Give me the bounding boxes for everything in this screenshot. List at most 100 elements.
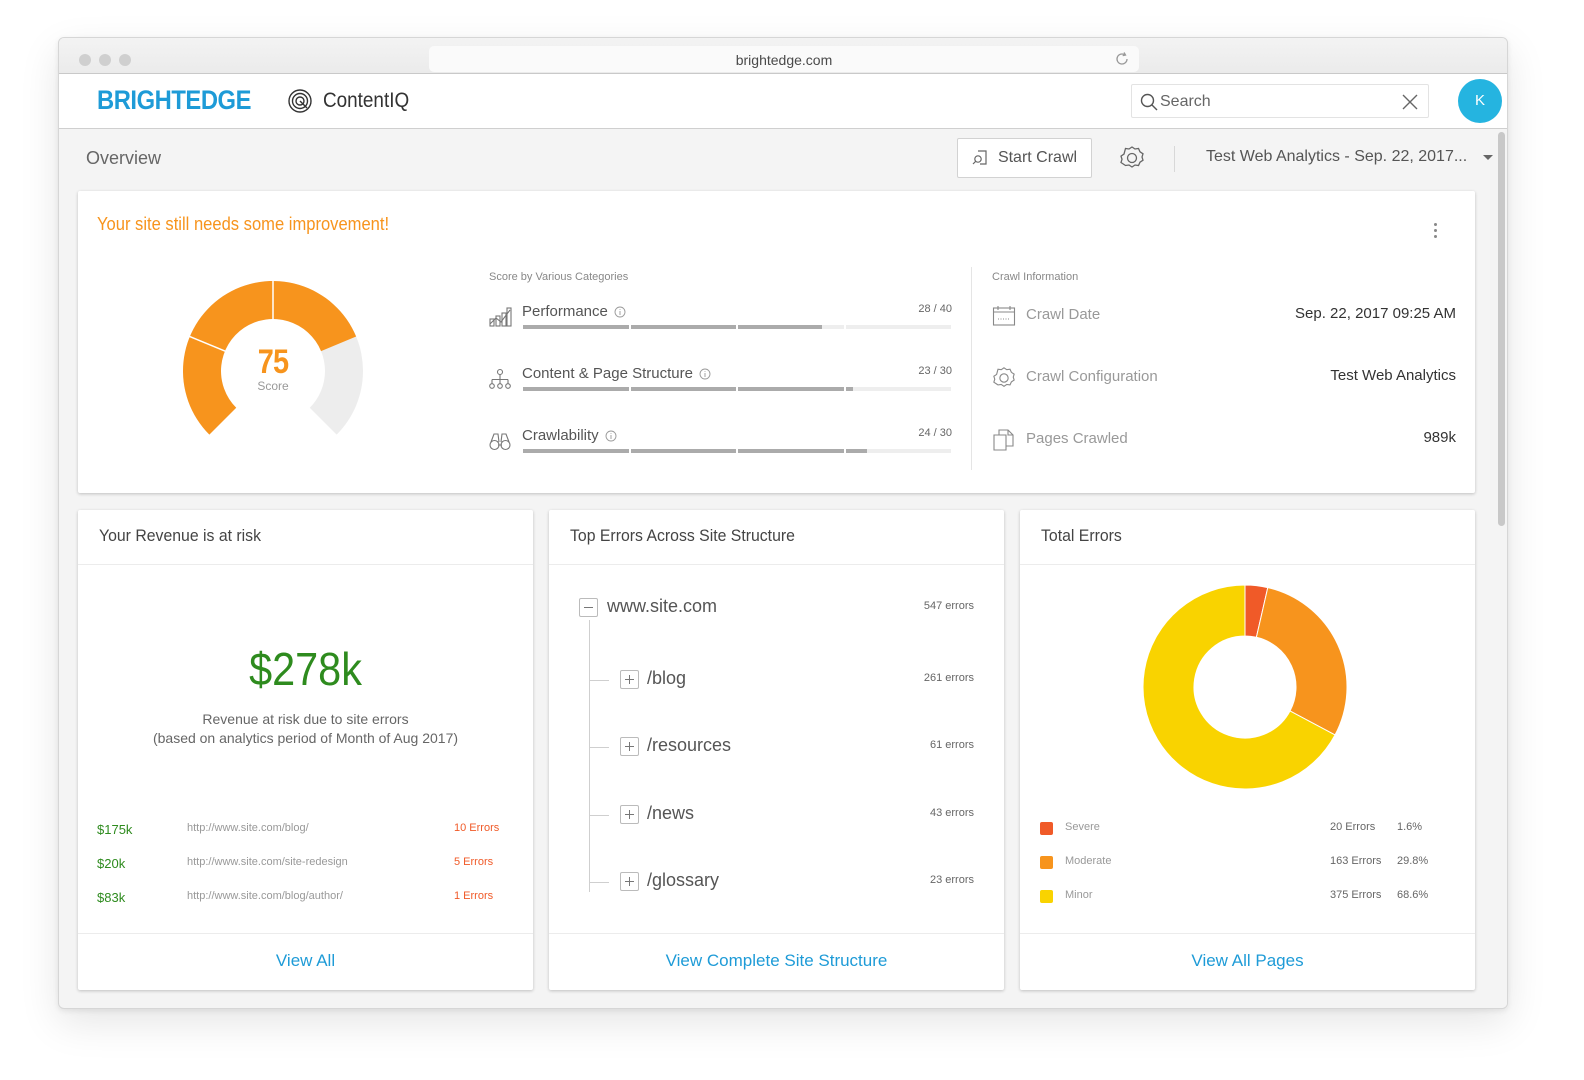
revenue-description-line2: (based on analytics period of Month of A… <box>152 730 459 746</box>
legend-count: 375 Errors <box>1330 889 1382 901</box>
address-bar-url: brightedge.com <box>735 52 833 68</box>
tree-node-label[interactable]: /resources <box>647 735 731 756</box>
category-score: 28 / 40 <box>918 303 952 315</box>
score-value: 75 <box>257 343 289 381</box>
progress-segment-fill <box>738 387 844 391</box>
tree-node-label[interactable]: /glossary <box>647 870 719 891</box>
tree-node-label[interactable]: /news <box>647 803 694 824</box>
tree-root-node: www.site.com 547 errors <box>549 596 1004 620</box>
categories-title: Score by Various Categories <box>489 271 629 283</box>
panel-title: Total Errors <box>1041 526 1122 545</box>
product-switcher[interactable]: ContentIQ <box>287 88 419 114</box>
info-icon[interactable] <box>614 306 626 318</box>
tree-node-count: 43 errors <box>929 807 974 819</box>
view-all-link[interactable]: View All <box>78 934 533 990</box>
pages-crawled-row: Pages Crawled 989k <box>992 425 1456 455</box>
expand-icon[interactable] <box>620 872 639 891</box>
view-complete-site-structure-link[interactable]: View Complete Site Structure <box>549 934 1004 990</box>
more-options-icon[interactable] <box>1429 223 1441 241</box>
page-toolbar: Overview Start Crawl Test Web Analytics … <box>59 130 1495 188</box>
legend-label: Minor <box>1065 889 1093 901</box>
tree-connector <box>589 747 609 748</box>
minimize-window-button[interactable] <box>99 54 111 66</box>
category-score: 24 / 30 <box>918 427 952 439</box>
analytics-selected-value: Test Web Analytics - Sep. 22, 2017... <box>1206 148 1468 165</box>
divider <box>78 564 533 565</box>
total-errors-panel: Total Errors Severe 20 Errors 1.6% Moder… <box>1020 510 1475 990</box>
address-bar[interactable]: brightedge.com <box>429 46 1139 72</box>
info-icon[interactable] <box>699 368 711 380</box>
performance-chart-icon <box>489 307 512 327</box>
revenue-row[interactable]: $175k http://www.site.com/blog/ 10 Error… <box>97 822 507 842</box>
donut-slice-moderate[interactable] <box>1255 586 1348 736</box>
start-crawl-button[interactable]: Start Crawl <box>957 138 1092 178</box>
category-progress-bar <box>523 387 951 391</box>
revenue-row[interactable]: $20k http://www.site.com/site-redesign 5… <box>97 856 507 876</box>
collapse-icon[interactable] <box>579 598 598 617</box>
legend-swatch <box>1040 856 1053 869</box>
category-performance: Performance 28 / 40 <box>488 299 952 339</box>
revenue-at-risk-amount: $278k <box>249 643 362 695</box>
info-icon[interactable] <box>605 430 617 442</box>
crawl-search-icon <box>972 150 987 165</box>
revenue-amount: $175k <box>97 822 133 837</box>
revenue-url[interactable]: http://www.site.com/blog/ <box>187 822 309 834</box>
settings-gear-icon[interactable] <box>1119 145 1145 171</box>
progress-segment-fill <box>630 449 736 453</box>
progress-segment <box>523 387 629 391</box>
crawl-info-label: Crawl Configuration <box>1026 368 1158 385</box>
revenue-row[interactable]: $83k http://www.site.com/blog/author/ 1 … <box>97 890 507 910</box>
progress-segment-fill <box>523 449 629 453</box>
revenue-amount: $20k <box>97 856 126 871</box>
category-label: Performance <box>522 303 608 320</box>
revenue-url[interactable]: http://www.site.com/site-redesign <box>187 856 348 868</box>
close-icon[interactable] <box>1400 92 1420 112</box>
tree-node: /news 43 errors <box>549 803 1004 827</box>
revenue-description-line1: Revenue at risk due to site errors <box>202 711 409 727</box>
revenue-description: Revenue at risk due to site errors (base… <box>78 710 533 748</box>
legend-label: Moderate <box>1065 855 1112 867</box>
view-all-pages-link[interactable]: View All Pages <box>1020 934 1475 990</box>
divider <box>1020 564 1475 565</box>
category-score: 23 / 30 <box>918 365 952 377</box>
revenue-errors: 5 Errors <box>454 856 494 868</box>
tree-node: /resources 61 errors <box>549 735 1004 759</box>
scrollbar-thumb[interactable] <box>1498 132 1505 526</box>
app-header: BRIGHTEDGE ContentIQ K <box>59 74 1507 129</box>
revenue-url[interactable]: http://www.site.com/blog/author/ <box>187 890 343 902</box>
legend-item-minor: Minor 375 Errors 68.6% <box>1040 889 1440 905</box>
progress-segment-fill <box>845 387 853 391</box>
tree-node-label[interactable]: www.site.com <box>607 596 717 617</box>
expand-icon[interactable] <box>620 805 639 824</box>
vertical-scrollbar[interactable] <box>1495 130 1507 1008</box>
brightedge-logo[interactable]: BRIGHTEDGE <box>97 85 251 116</box>
category-content-structure: Content & Page Structure 23 / 30 <box>488 361 952 401</box>
search-box <box>1131 84 1429 118</box>
page-title: Overview <box>86 148 162 168</box>
crawl-info-label: Crawl Date <box>1026 306 1101 323</box>
search-input[interactable] <box>1160 89 1390 115</box>
score-headline: Your site still needs some improvement! <box>97 214 390 234</box>
progress-segment <box>845 387 951 391</box>
user-avatar[interactable]: K <box>1458 79 1502 123</box>
progress-segment <box>738 449 844 453</box>
expand-icon[interactable] <box>620 670 639 689</box>
crawl-configuration-row: Crawl Configuration Test Web Analytics <box>992 363 1456 393</box>
reload-icon[interactable] <box>1113 50 1131 68</box>
legend-percent: 1.6% <box>1397 821 1423 833</box>
tree-node: /blog 261 errors <box>549 668 1004 692</box>
legend-label: Severe <box>1065 821 1100 833</box>
tree-connector <box>589 680 609 681</box>
tree-node-label[interactable]: /blog <box>647 668 686 689</box>
tree-node: /glossary 23 errors <box>549 870 1004 894</box>
site-score-card: Your site still needs some improvement! … <box>78 191 1475 493</box>
expand-icon[interactable] <box>620 737 639 756</box>
revenue-at-risk-panel: Your Revenue is at risk $278k Revenue at… <box>78 510 533 990</box>
revenue-errors: 1 Errors <box>454 890 494 902</box>
zoom-window-button[interactable] <box>119 54 131 66</box>
analytics-dropdown[interactable]: Test Web Analytics - Sep. 22, 2017... <box>1206 148 1494 166</box>
legend-swatch <box>1040 822 1053 835</box>
pages-icon <box>993 429 1014 451</box>
close-window-button[interactable] <box>79 54 91 66</box>
tree-node-count: 61 errors <box>929 739 974 751</box>
